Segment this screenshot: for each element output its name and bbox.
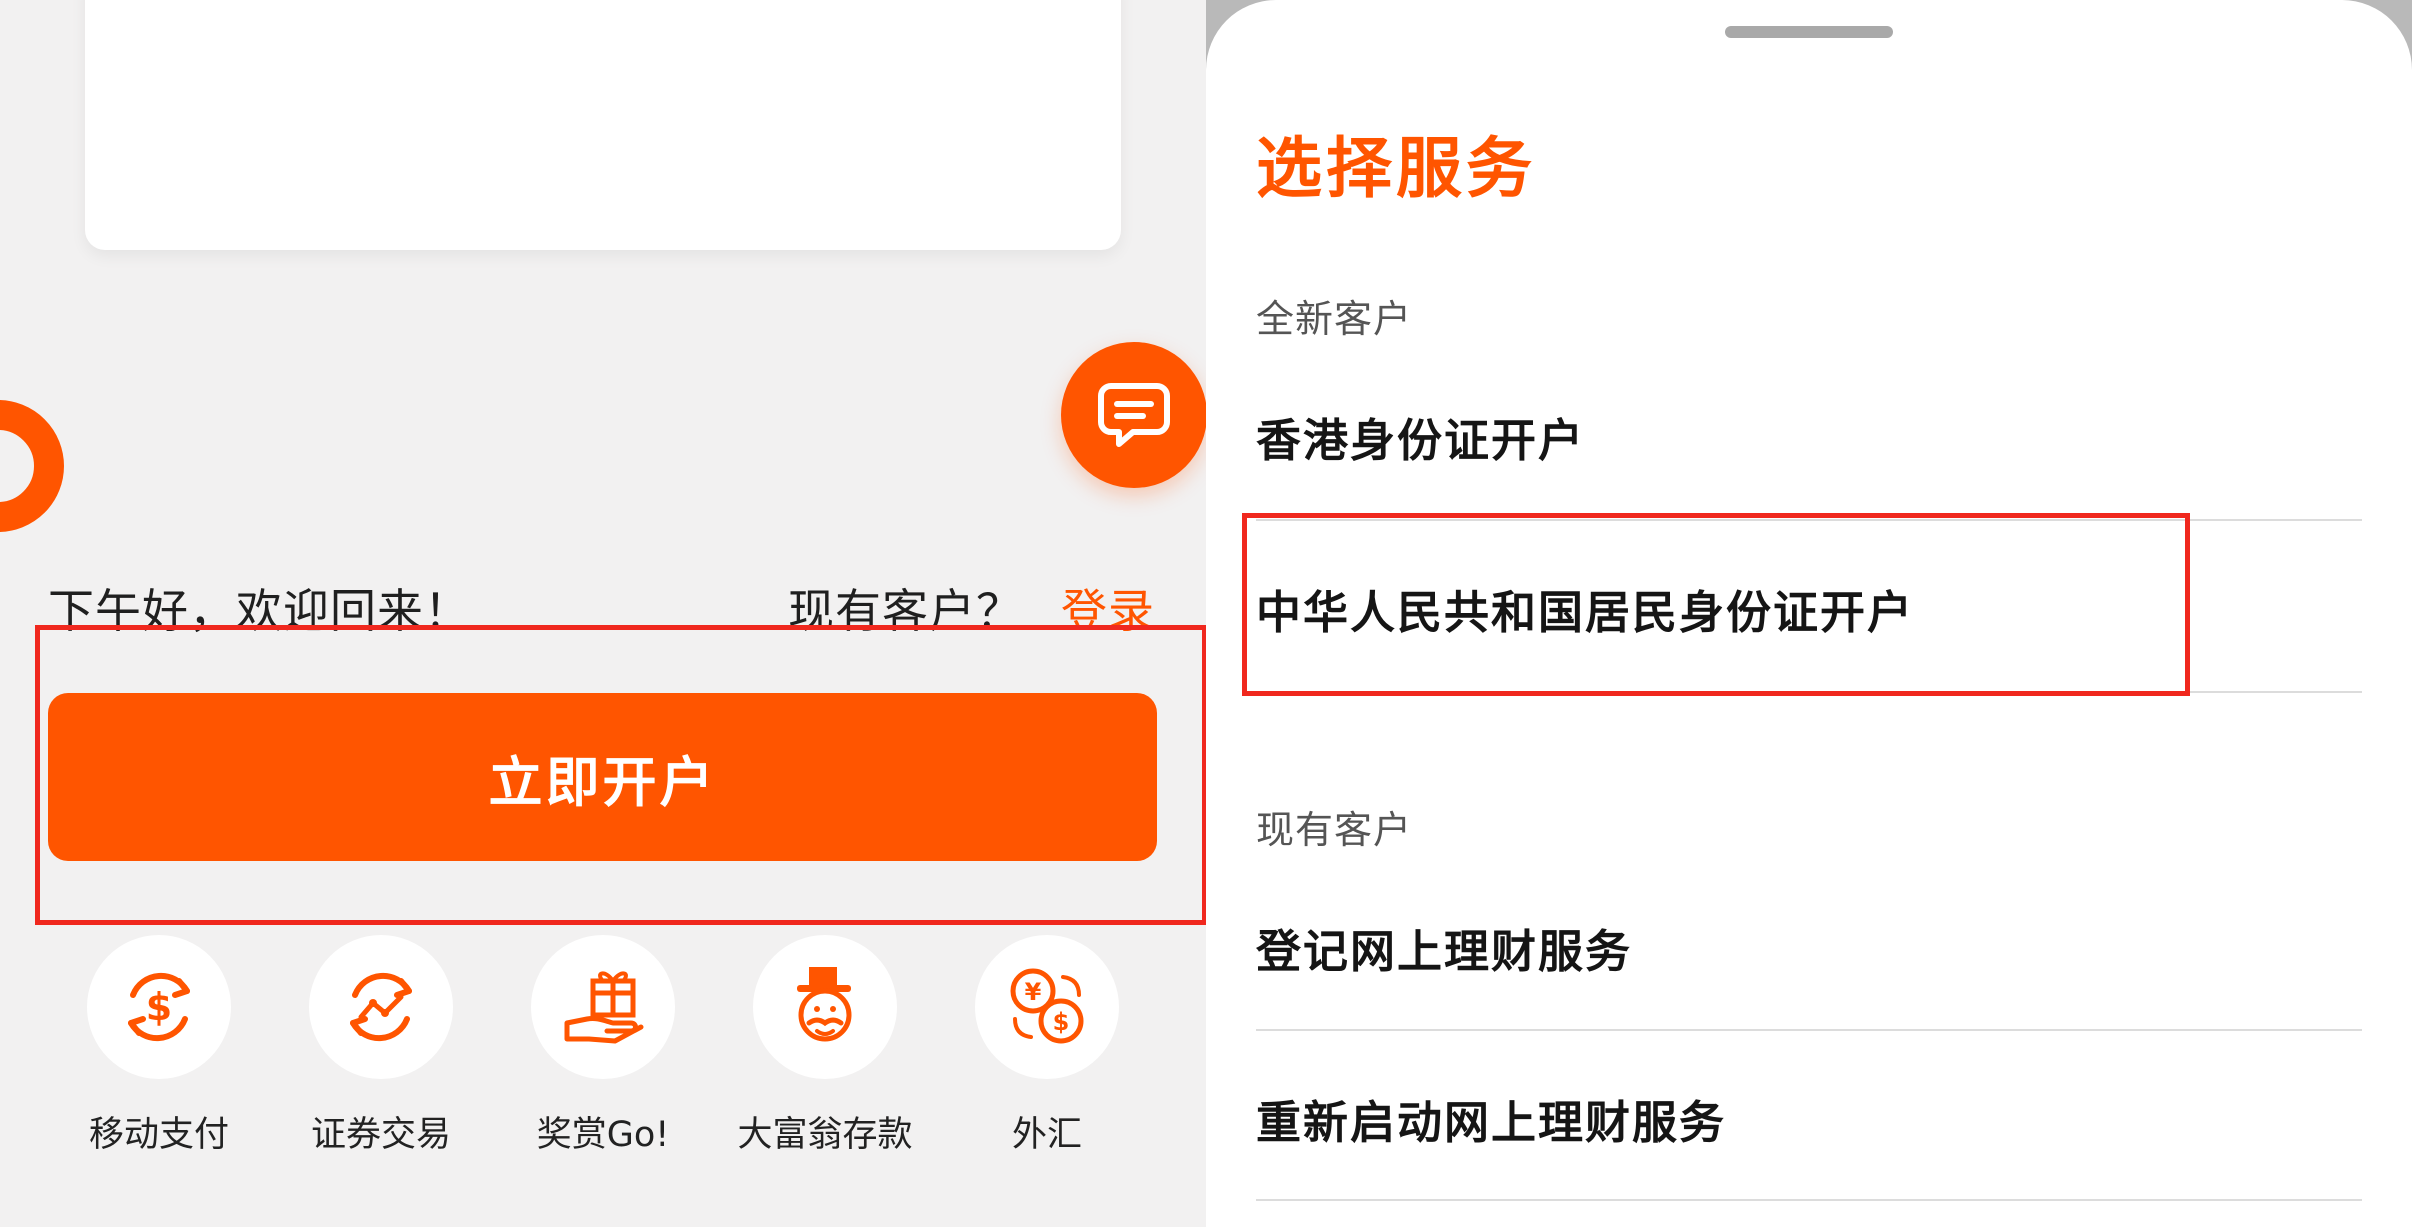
shortcut-mobile-payment[interactable]: $ 移动支付: [48, 935, 270, 1157]
home-screen: 下午好，欢迎回来！ 现有客户？ 登录 立即开户 $ 移动支付 证券交易 奖赏Go…: [0, 0, 1206, 1227]
option-prc-id-account-opening[interactable]: 中华人民共和国居民身份证开户: [1256, 576, 2362, 641]
promo-card: [85, 0, 1121, 250]
existing-customer-text: 现有客户？: [788, 584, 1023, 638]
greeting-text: 下午好，欢迎回来！: [48, 584, 471, 638]
shortcut-label: 证券交易: [310, 1115, 451, 1155]
chat-bubble-icon: [1098, 383, 1170, 447]
bottom-sheet: 选择服务 全新客户 香港身份证开户 中华人民共和国居民身份证开户 现有客户 登记…: [1206, 0, 2412, 1227]
svg-text:¥: ¥: [1025, 978, 1042, 1006]
shortcut-rewards[interactable]: 奖赏Go!: [492, 935, 714, 1157]
shortcut-label: 大富翁存款: [737, 1115, 913, 1155]
shortcut-label: 奖赏Go!: [536, 1115, 670, 1155]
foreign-exchange-icon: ¥ $: [1010, 968, 1084, 1044]
svg-text:$: $: [1053, 1008, 1070, 1036]
sheet-title: 选择服务: [1256, 130, 1536, 207]
option-register-online-banking[interactable]: 登记网上理财服务: [1256, 915, 2362, 980]
divider: [1256, 519, 2362, 521]
shortcut-label: 外汇: [1011, 1115, 1082, 1155]
sheet-grabber-handle[interactable]: [1725, 26, 1893, 38]
service-selection-screen: 选择服务 全新客户 香港身份证开户 中华人民共和国居民身份证开户 现有客户 登记…: [1206, 0, 2412, 1227]
securities-trading-icon: [350, 972, 412, 1042]
mobile-payment-icon: $: [128, 972, 190, 1042]
open-account-button[interactable]: 立即开户: [48, 693, 1157, 861]
option-hkid-account-opening[interactable]: 香港身份证开户: [1256, 404, 2362, 469]
chat-button[interactable]: [1061, 342, 1206, 488]
svg-text:$: $: [146, 985, 172, 1029]
shortcut-foreign-exchange[interactable]: ¥ $ 外汇: [936, 935, 1158, 1157]
shortcut-securities-trading[interactable]: 证券交易: [270, 935, 492, 1157]
existing-customer-row: 现有客户？ 登录: [788, 575, 1155, 641]
monopoly-deposit-icon: [797, 967, 852, 1042]
divider: [1256, 691, 2362, 693]
rewards-gift-icon: [564, 971, 644, 1044]
login-link[interactable]: 登录: [1061, 575, 1155, 641]
divider: [1256, 1029, 2362, 1031]
shortcut-label: 移动支付: [88, 1115, 229, 1155]
option-reactivate-online-banking[interactable]: 重新启动网上理财服务: [1256, 1086, 2362, 1151]
section-title-new-customer: 全新客户: [1256, 297, 1413, 341]
divider: [1256, 1199, 2362, 1201]
decorative-ring: [0, 400, 64, 532]
section-title-existing-customer: 现有客户: [1256, 808, 1413, 852]
shortcut-monopoly-deposit[interactable]: 大富翁存款: [714, 935, 936, 1157]
